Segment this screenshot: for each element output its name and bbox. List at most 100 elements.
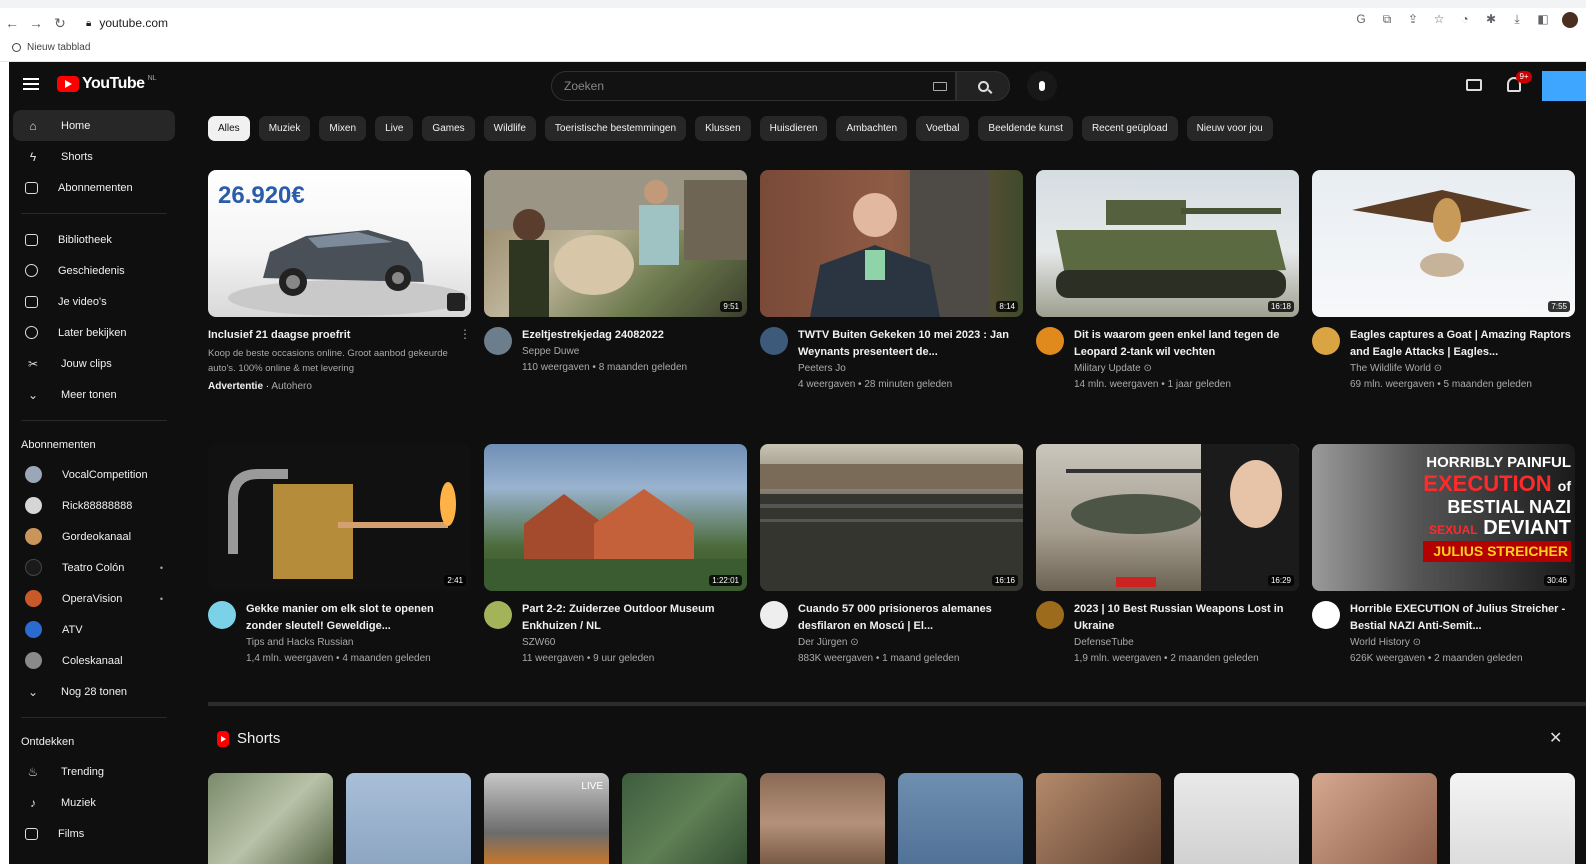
menu-icon[interactable] <box>23 78 39 90</box>
sidebar-sub-item[interactable]: Gordeokanaal <box>13 521 175 552</box>
back-icon[interactable]: ← <box>0 11 24 35</box>
chip[interactable]: Mixen <box>319 116 367 141</box>
sidebar-item-shorts[interactable]: ϟ Shorts <box>13 141 175 172</box>
address-bar[interactable]: 🔒︎ youtube.com <box>86 11 168 35</box>
sidebar-item-subscriptions[interactable]: Abonnementen <box>13 172 175 203</box>
short-thumbnail[interactable]: LIVE <box>484 773 609 864</box>
channel-name[interactable]: DefenseTube <box>1074 635 1299 651</box>
account-button[interactable] <box>1542 71 1586 101</box>
video-card[interactable]: 16:29 2023 | 10 Best Russian Weapons Los… <box>1036 444 1299 718</box>
chip[interactable]: Recent geüpload <box>1081 116 1178 141</box>
external-link-icon[interactable] <box>447 293 465 311</box>
sidebar-item-library[interactable]: Bibliotheek <box>13 224 175 255</box>
ad-card[interactable]: 26.920€ Inclusief 21 daagse proefrit Koo… <box>208 170 471 444</box>
short-thumbnail[interactable] <box>346 773 471 864</box>
video-card[interactable]: 8:14 TWTV Buiten Gekeken 10 mei 2023 : J… <box>760 170 1023 444</box>
video-card[interactable]: 16:18 Dit is waarom geen enkel land tege… <box>1036 170 1299 444</box>
search-input[interactable] <box>564 79 904 93</box>
sidebar-item-films[interactable]: Films <box>13 818 175 849</box>
video-thumbnail[interactable]: 8:14 <box>760 170 1023 317</box>
chip[interactable]: Toeristische bestemmingen <box>544 116 687 141</box>
chip[interactable]: Voetbal <box>916 116 970 141</box>
short-thumbnail[interactable] <box>1450 773 1575 864</box>
video-title[interactable]: Ezeltjestrekjedag 24082022 <box>522 327 747 344</box>
video-thumbnail[interactable]: 16:18 <box>1036 170 1299 317</box>
avatar[interactable] <box>484 601 512 629</box>
translate-icon[interactable]: ⧉ <box>1380 12 1394 28</box>
sidebar-item-music[interactable]: ♪ Muziek <box>13 787 175 818</box>
avatar[interactable] <box>1036 327 1064 355</box>
extension-icon[interactable]: ◔ <box>1458 12 1472 28</box>
video-title[interactable]: Dit is waarom geen enkel land tegen de L… <box>1074 327 1299 361</box>
channel-name[interactable]: The Wildlife World ⊙ <box>1350 361 1575 377</box>
video-title[interactable]: Cuando 57 000 prisioneros alemanes desfi… <box>798 601 1023 635</box>
google-icon[interactable]: G <box>1354 12 1368 28</box>
short-thumbnail[interactable] <box>1312 773 1437 864</box>
video-thumbnail[interactable]: HORRIBLY PAINFUL EXECUTION of BESTIAL NA… <box>1312 444 1575 591</box>
short-thumbnail[interactable] <box>898 773 1023 864</box>
chip[interactable]: Beeldende kunst <box>978 116 1073 141</box>
video-thumbnail[interactable]: 16:29 <box>1036 444 1299 591</box>
video-card[interactable]: 16:16 Cuando 57 000 prisioneros alemanes… <box>760 444 1023 718</box>
chip[interactable]: Huisdieren <box>759 116 828 141</box>
bookmark-item[interactable]: Nieuw tabblad <box>27 42 90 53</box>
avatar[interactable] <box>1036 601 1064 629</box>
video-thumbnail[interactable]: 1:22:01 <box>484 444 747 591</box>
forward-icon[interactable]: → <box>24 11 48 35</box>
short-thumbnail[interactable] <box>208 773 333 864</box>
video-card[interactable]: HORRIBLY PAINFUL EXECUTION of BESTIAL NA… <box>1312 444 1575 718</box>
sidebar-item-history[interactable]: Geschiedenis <box>13 255 175 286</box>
sidebar-item-more-subs[interactable]: ⌄ Nog 28 tonen <box>13 676 175 707</box>
share-icon[interactable]: ⇪ <box>1406 12 1420 28</box>
channel-name[interactable]: World History ⊙ <box>1350 635 1575 651</box>
chip[interactable]: Games <box>422 116 475 141</box>
download-icon[interactable]: ⤓ <box>1510 12 1524 28</box>
sidebar-item-watch-later[interactable]: Later bekijken <box>13 317 175 348</box>
channel-name[interactable]: Seppe Duwe <box>522 344 747 360</box>
search-button[interactable] <box>956 71 1010 101</box>
avatar[interactable] <box>208 601 236 629</box>
chip[interactable]: Wildlife <box>483 116 536 141</box>
youtube-logo[interactable]: YouTube NL <box>57 75 157 93</box>
video-thumbnail[interactable]: 16:16 <box>760 444 1023 591</box>
chip[interactable]: Ambachten <box>836 116 908 141</box>
chip[interactable]: Muziek <box>258 116 311 141</box>
sidebar-item-clips[interactable]: ✂ Jouw clips <box>13 348 175 379</box>
sidebar-sub-item[interactable]: Coleskanaal <box>13 645 175 676</box>
sidebar-sub-item[interactable]: Teatro Colón • <box>13 552 175 583</box>
short-thumbnail[interactable] <box>1174 773 1299 864</box>
video-thumbnail[interactable]: 9:51 <box>484 170 747 317</box>
avatar[interactable] <box>1312 327 1340 355</box>
video-title[interactable]: Eagles captures a Goat | Amazing Raptors… <box>1350 327 1575 361</box>
video-title[interactable]: Gekke manier om elk slot te openen zonde… <box>246 601 471 635</box>
video-card[interactable]: 2:41 Gekke manier om elk slot te openen … <box>208 444 471 718</box>
sidebar-sub-item[interactable]: VocalCompetition <box>13 459 175 490</box>
profile-avatar[interactable] <box>1562 12 1578 28</box>
channel-name[interactable]: Tips and Hacks Russian <box>246 635 471 651</box>
video-thumbnail[interactable]: 7:55 <box>1312 170 1575 317</box>
channel-name[interactable]: Military Update ⊙ <box>1074 361 1299 377</box>
sidebar-item-trending[interactable]: ♨ Trending <box>13 756 175 787</box>
video-title[interactable]: 2023 | 10 Best Russian Weapons Lost in U… <box>1074 601 1299 635</box>
chip[interactable]: Live <box>375 116 414 141</box>
video-title[interactable]: TWTV Buiten Gekeken 10 mei 2023 : Jan We… <box>798 327 1023 361</box>
sidebar-sub-item[interactable]: OperaVision • <box>13 583 175 614</box>
video-thumbnail[interactable]: 2:41 <box>208 444 471 591</box>
chip[interactable]: Nieuw voor jou <box>1186 116 1273 141</box>
chip-all[interactable]: Alles <box>208 116 250 141</box>
video-card[interactable]: 7:55 Eagles captures a Goat | Amazing Ra… <box>1312 170 1575 444</box>
video-title[interactable]: Inclusief 21 daagse proefrit <box>208 327 471 344</box>
video-title[interactable]: Horrible EXECUTION of Julius Streicher -… <box>1350 601 1575 635</box>
sidebar-sub-item[interactable]: Rick88888888 <box>13 490 175 521</box>
video-thumbnail[interactable]: 26.920€ <box>208 170 471 317</box>
avatar[interactable] <box>760 601 788 629</box>
avatar[interactable] <box>1312 601 1340 629</box>
short-thumbnail[interactable] <box>1036 773 1161 864</box>
more-vert-icon[interactable]: ⋮ <box>459 327 471 341</box>
video-card[interactable]: 1:22:01 Part 2-2: Zuiderzee Outdoor Muse… <box>484 444 747 718</box>
chip[interactable]: Klussen <box>695 116 751 141</box>
channel-name[interactable]: Peeters Jo <box>798 361 1023 377</box>
star-icon[interactable]: ☆ <box>1432 12 1446 28</box>
close-icon[interactable]: ✕ <box>1549 728 1562 748</box>
sidepanel-icon[interactable]: ◧ <box>1536 12 1550 28</box>
